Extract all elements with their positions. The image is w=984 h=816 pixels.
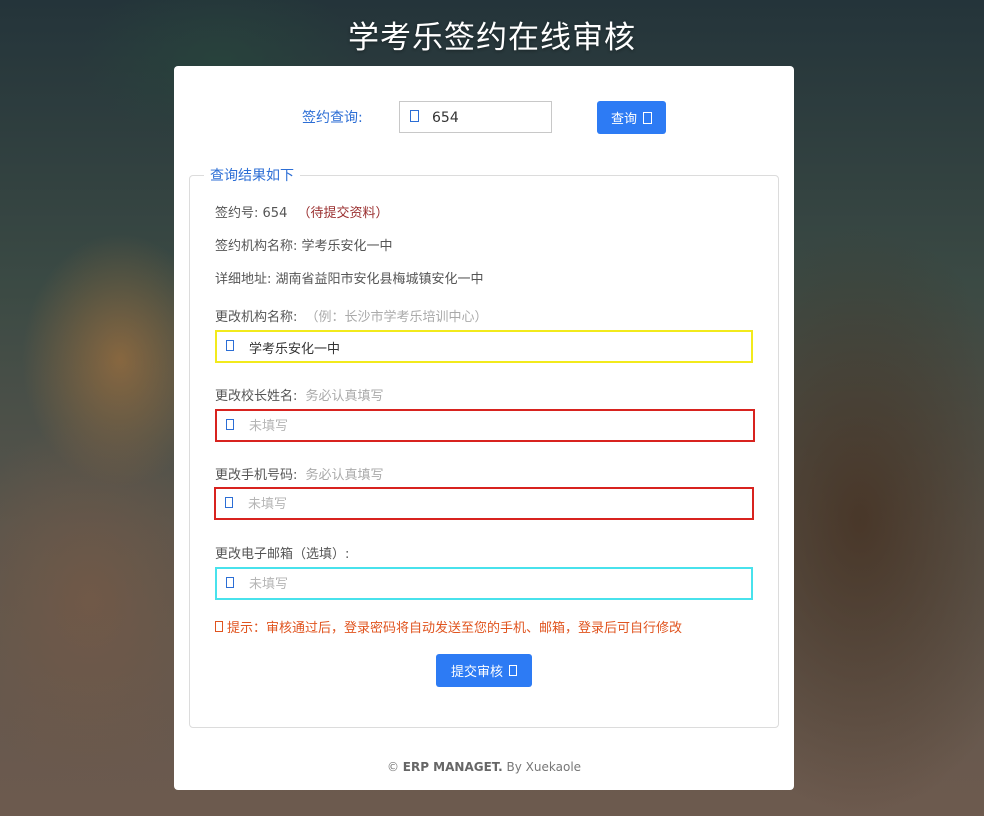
change-org-name-hint: （例：长沙市学考乐培训中心） — [305, 310, 488, 325]
principal-input[interactable] — [247, 415, 746, 438]
change-principal-label: 更改校长姓名: — [215, 389, 298, 404]
phone-box[interactable] — [214, 487, 754, 520]
change-principal-label-row: 更改校长姓名: 务必认真填写 — [215, 385, 384, 404]
query-button-label: 查询 — [610, 112, 637, 127]
org-name-box[interactable] — [215, 330, 753, 363]
search-box[interactable] — [399, 101, 552, 133]
search-icon — [643, 111, 652, 124]
tip-text: 提示：审核通过后，登录密码将自动发送至您的手机、邮箱，登录后可自行修改 — [227, 621, 683, 636]
principal-box[interactable] — [215, 409, 755, 442]
status-badge: （待提交资料） — [297, 206, 389, 221]
change-org-name-label-row: 更改机构名称: （例：长沙市学考乐培训中心） — [215, 306, 488, 325]
query-button[interactable]: 查询 — [597, 101, 666, 134]
footer: © ERP MANAGET. By Xuekaole — [174, 760, 794, 774]
org-name-row: 签约机构名称: 学考乐安化一中 — [215, 235, 393, 254]
search-row: 签约查询: 查询 — [174, 100, 794, 134]
page-title: 学考乐签约在线审核 — [348, 20, 636, 56]
copyright-symbol: © — [386, 760, 399, 774]
phone-input[interactable] — [246, 493, 745, 516]
email-icon — [226, 577, 234, 588]
submit-button[interactable]: 提交审核 — [436, 654, 532, 687]
org-name-input[interactable] — [247, 336, 746, 359]
audit-card: 签约查询: 查询 查询结果如下 签约号: 654 （待提交资料） 签约机构名称:… — [174, 66, 794, 790]
sign-number-label: 签约号: — [215, 206, 259, 221]
change-phone-hint: 务必认真填写 — [305, 468, 384, 483]
org-name-label: 签约机构名称: — [215, 239, 298, 254]
address-value: 湖南省益阳市安化县梅城镇安化一中 — [275, 272, 484, 287]
footer-brand: ERP MANAGET. — [402, 760, 503, 774]
change-phone-label: 更改手机号码: — [215, 468, 298, 483]
change-principal-hint: 务必认真填写 — [305, 389, 384, 404]
change-org-name-label: 更改机构名称: — [215, 310, 298, 325]
search-label: 签约查询: — [302, 110, 363, 126]
search-input[interactable] — [430, 106, 549, 130]
user-icon — [226, 419, 234, 430]
phone-icon — [225, 497, 233, 508]
document-icon — [410, 110, 419, 122]
address-label: 详细地址: — [215, 272, 272, 287]
change-phone-label-row: 更改手机号码: 务必认真填写 — [215, 464, 384, 483]
footer-by: By Xuekaole — [506, 760, 582, 774]
address-row: 详细地址: 湖南省益阳市安化县梅城镇安化一中 — [215, 268, 484, 287]
org-name-value: 学考乐安化一中 — [301, 239, 393, 254]
tip-row: 提示：审核通过后，登录密码将自动发送至您的手机、邮箱，登录后可自行修改 — [215, 617, 682, 636]
info-icon — [215, 621, 223, 632]
submit-button-label: 提交审核 — [450, 665, 503, 680]
email-input[interactable] — [247, 573, 746, 596]
sign-number-value: 654 — [262, 206, 288, 221]
sign-number-row: 签约号: 654 （待提交资料） — [215, 202, 389, 221]
document-icon — [226, 340, 234, 351]
change-email-label-row: 更改电子邮箱（选填）: — [215, 543, 349, 562]
change-email-label: 更改电子邮箱（选填）: — [215, 547, 350, 562]
result-legend: 查询结果如下 — [204, 165, 300, 185]
send-icon — [509, 665, 517, 676]
email-box[interactable] — [215, 567, 753, 600]
result-fieldset: 查询结果如下 签约号: 654 （待提交资料） 签约机构名称: 学考乐安化一中 … — [189, 165, 779, 728]
